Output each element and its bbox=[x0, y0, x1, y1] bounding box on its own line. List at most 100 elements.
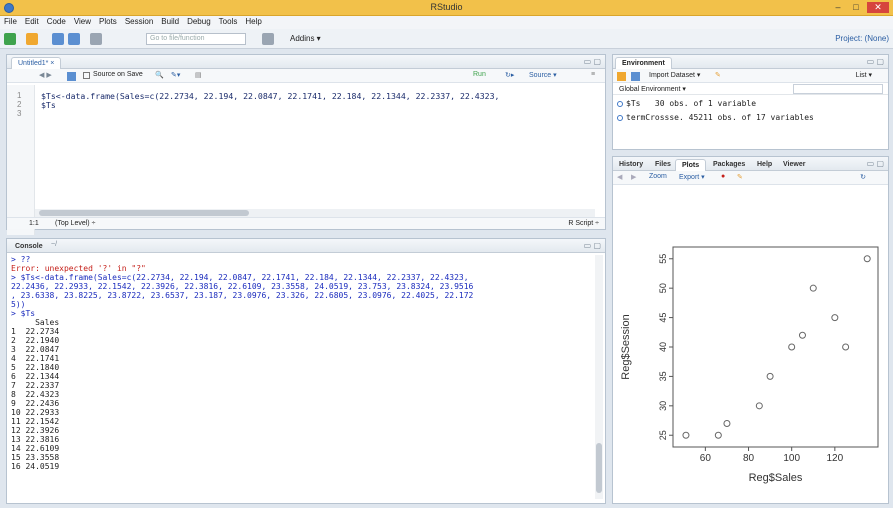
editor-menu-icon[interactable]: ≡ bbox=[591, 71, 595, 78]
grid-icon[interactable] bbox=[262, 33, 274, 45]
menu-help[interactable]: Help bbox=[241, 16, 265, 27]
menu-session[interactable]: Session bbox=[121, 16, 157, 27]
env-row-sts[interactable]: $Ts 30 obs. of 1 variable bbox=[617, 99, 756, 108]
save-all-icon[interactable] bbox=[68, 33, 80, 45]
code-tools-icon[interactable]: ✎▾ bbox=[171, 71, 180, 79]
editor-tabs: Untitled1* × ▭ ▢ bbox=[7, 55, 605, 69]
pane-minmax-icon[interactable]: ▭ ▢ bbox=[584, 57, 601, 66]
console-vertical-scrollbar[interactable] bbox=[595, 255, 603, 499]
zoom-button[interactable]: Zoom bbox=[649, 173, 667, 180]
console-line: 2 22.1940 bbox=[11, 336, 60, 345]
x-tick-label: 100 bbox=[783, 453, 800, 464]
minimize-button[interactable]: – bbox=[831, 2, 845, 13]
close-button[interactable]: ✕ bbox=[867, 2, 889, 13]
console-line: 11 22.1542 bbox=[11, 417, 60, 426]
scope-selector[interactable]: (Top Level) ÷ bbox=[55, 220, 95, 227]
tab-files[interactable]: Files bbox=[649, 159, 677, 171]
new-project-icon[interactable] bbox=[26, 33, 38, 45]
plots-toolbar: ◀ ▶ Zoom Export ▾ ● ✎ ↻ bbox=[613, 171, 888, 185]
tab-history[interactable]: History bbox=[613, 159, 649, 171]
scrollbar-thumb[interactable] bbox=[596, 443, 602, 493]
menu-file[interactable]: File bbox=[0, 16, 21, 27]
print-icon[interactable] bbox=[90, 33, 102, 45]
list-view-selector[interactable]: List ▾ bbox=[856, 71, 872, 79]
source-editor-pane: Untitled1* × ▭ ▢ ◀ ▶ Source on Save 🔍 ✎▾… bbox=[6, 54, 606, 235]
working-directory[interactable]: ~/ bbox=[51, 241, 57, 248]
next-plot-icon[interactable]: ▶ bbox=[631, 173, 636, 181]
menu-debug[interactable]: Debug bbox=[183, 16, 215, 27]
run-button[interactable]: Run bbox=[473, 71, 486, 78]
scrollbar-thumb[interactable] bbox=[39, 210, 249, 216]
environment-scope-bar: Global Environment ▾ bbox=[613, 83, 888, 95]
console-line: 12 22.3926 bbox=[11, 426, 60, 435]
code-line: $Ts bbox=[41, 100, 56, 110]
new-file-icon[interactable] bbox=[4, 33, 16, 45]
pane-minmax-icon[interactable]: ▭ ▢ bbox=[867, 159, 884, 168]
main-toolbar: Go to file/function Addins ▾ Project: (N… bbox=[0, 29, 893, 49]
editor-horizontal-scrollbar[interactable] bbox=[35, 209, 595, 217]
menu-code[interactable]: Code bbox=[43, 16, 70, 27]
compile-icon[interactable]: ▤ bbox=[195, 71, 202, 79]
x-tick-label: 80 bbox=[743, 453, 755, 464]
environment-pane: Environment ▭ ▢ Import Dataset ▾ ✎ List … bbox=[612, 54, 889, 150]
save-icon[interactable] bbox=[52, 33, 64, 45]
source-on-save-checkbox[interactable] bbox=[83, 72, 90, 79]
menu-tools[interactable]: Tools bbox=[215, 16, 242, 27]
load-workspace-icon[interactable] bbox=[617, 72, 626, 81]
pane-minmax-icon[interactable]: ▭ ▢ bbox=[867, 57, 884, 66]
menu-build[interactable]: Build bbox=[157, 16, 183, 27]
source-button[interactable]: Source ▾ bbox=[529, 71, 557, 79]
pane-minmax-icon[interactable]: ▭ ▢ bbox=[584, 241, 601, 250]
console-line: 10 22.2933 bbox=[11, 408, 60, 417]
tab-plots[interactable]: Plots bbox=[675, 159, 707, 171]
env-row-termcrossse[interactable]: termCrossse. 45211 obs. of 17 variables bbox=[617, 113, 814, 122]
y-tick-label: 45 bbox=[658, 313, 668, 323]
file-type-selector[interactable]: R Script ÷ bbox=[568, 220, 599, 227]
x-axis-label: Reg$Sales bbox=[749, 472, 803, 484]
tab-help[interactable]: Help bbox=[751, 159, 778, 171]
console-line: 15 23.3558 bbox=[11, 453, 60, 462]
environment-search-input[interactable] bbox=[793, 84, 883, 94]
expand-icon[interactable] bbox=[617, 100, 623, 107]
rerun-icon[interactable]: ↻▸ bbox=[505, 71, 514, 79]
maximize-button[interactable]: □ bbox=[849, 2, 863, 13]
save-workspace-icon[interactable] bbox=[631, 72, 640, 81]
console-line: 5)) bbox=[11, 300, 26, 309]
save-file-icon[interactable] bbox=[67, 72, 76, 81]
export-button[interactable]: Export ▾ bbox=[679, 173, 705, 181]
addins-menu[interactable]: Addins ▾ bbox=[290, 34, 321, 43]
project-menu[interactable]: Project: (None) bbox=[835, 34, 889, 43]
tab-viewer[interactable]: Viewer bbox=[777, 159, 811, 171]
menu-edit[interactable]: Edit bbox=[21, 16, 43, 27]
back-forward-icon[interactable]: ◀ ▶ bbox=[39, 71, 52, 79]
import-dataset-button[interactable]: Import Dataset ▾ bbox=[649, 71, 700, 79]
menu-plots[interactable]: Plots bbox=[95, 16, 121, 27]
console-line: 9 22.2436 bbox=[11, 399, 60, 408]
data-point bbox=[798, 331, 806, 339]
clear-plots-broom-icon[interactable]: ✎ bbox=[737, 173, 743, 181]
tab-packages[interactable]: Packages bbox=[707, 159, 751, 171]
broom-icon[interactable]: ✎ bbox=[715, 71, 721, 79]
console-line: 1 22.2734 bbox=[11, 327, 60, 336]
plots-pane: History Files Plots Packages Help Viewer… bbox=[612, 156, 889, 504]
prev-plot-icon[interactable]: ◀ bbox=[617, 173, 622, 181]
scatter-plot: 60 80 100 120 25 30 35 40 45 50 55 Reg$Sales Reg$Ses… bbox=[620, 246, 879, 484]
tab-console[interactable]: Console bbox=[9, 241, 49, 253]
console-line: 7 22.2337 bbox=[11, 381, 60, 390]
tab-environment[interactable]: Environment bbox=[615, 57, 672, 69]
tab-untitled1[interactable]: Untitled1* × bbox=[11, 57, 62, 69]
remove-plot-icon[interactable]: ● bbox=[721, 173, 725, 180]
env-name: $Ts bbox=[626, 99, 641, 108]
expand-icon[interactable] bbox=[617, 114, 623, 121]
menu-view[interactable]: View bbox=[70, 16, 95, 27]
goto-file-input[interactable]: Go to file/function bbox=[146, 33, 246, 45]
data-point bbox=[863, 255, 871, 263]
data-point bbox=[714, 431, 722, 439]
editor-status-bar: 1:1 (Top Level) ÷ R Script ÷ bbox=[7, 217, 605, 229]
console-pane: Console ~/ ▭ ▢ > ?? Error: unexpected '?'… bbox=[6, 238, 606, 504]
line-number: 1 bbox=[17, 91, 22, 100]
refresh-icon[interactable]: ↻ bbox=[860, 173, 866, 181]
global-environment-selector[interactable]: Global Environment ▾ bbox=[619, 85, 686, 93]
cursor-position: 1:1 bbox=[29, 220, 39, 227]
search-icon[interactable]: 🔍 bbox=[155, 71, 164, 79]
